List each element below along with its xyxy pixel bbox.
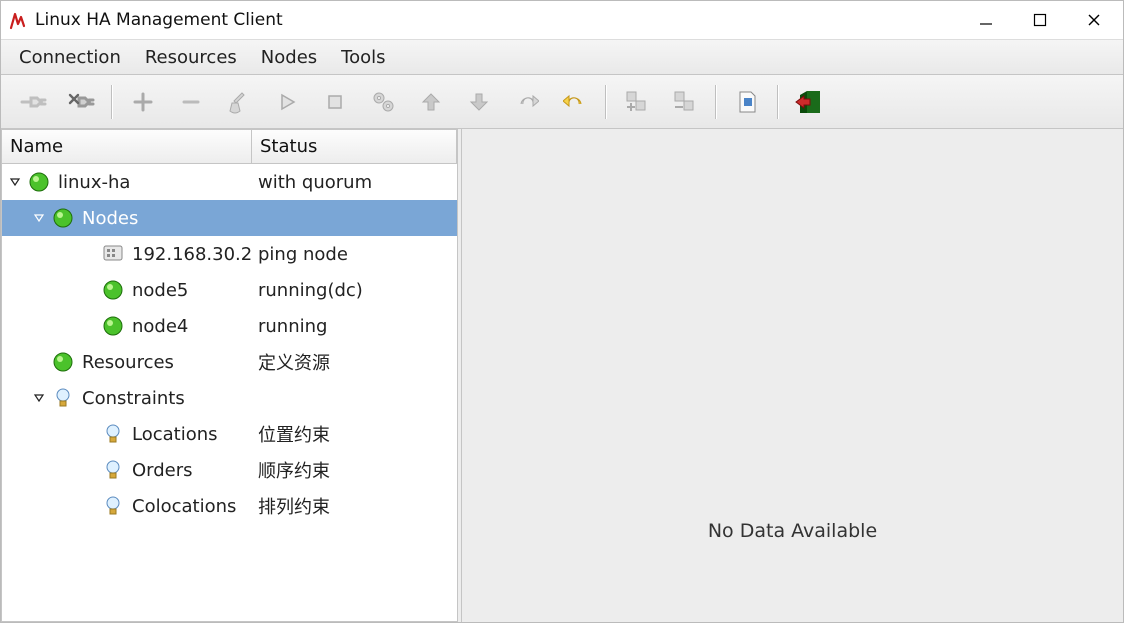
expander-placeholder [82, 463, 96, 477]
tree-label: Nodes [82, 208, 138, 229]
start-button[interactable] [267, 82, 307, 122]
down-button[interactable] [459, 82, 499, 122]
expander-placeholder [32, 355, 46, 369]
status-green-icon [100, 313, 126, 339]
expander-icon[interactable] [32, 211, 46, 225]
expander-placeholder [82, 499, 96, 513]
network-icon [100, 241, 126, 267]
toolbar [1, 75, 1123, 129]
titlebar: Linux HA Management Client [1, 1, 1123, 39]
tree-row-nodes[interactable]: Nodes [2, 200, 457, 236]
expander-icon[interactable] [32, 391, 46, 405]
lightbulb-icon [50, 385, 76, 411]
undo-button[interactable] [555, 82, 595, 122]
expander-placeholder [82, 283, 96, 297]
tree-status: 顺序约束 [258, 457, 330, 483]
tree-label: node5 [132, 280, 188, 301]
expander-placeholder [82, 427, 96, 441]
toolbar-separator [605, 85, 607, 119]
column-status[interactable]: Status [252, 130, 457, 163]
tree-row-cluster[interactable]: linux-ha with quorum [2, 164, 457, 200]
window-title: Linux HA Management Client [35, 10, 973, 30]
tree-label: Resources [82, 352, 174, 373]
tree-label: linux-ha [58, 172, 130, 193]
tree-status: with quorum [258, 172, 372, 193]
tree-status: running [258, 316, 327, 337]
tree-label: node4 [132, 316, 188, 337]
tree-row-orders[interactable]: Orders 顺序约束 [2, 452, 457, 488]
group-add-button[interactable] [617, 82, 657, 122]
menu-nodes[interactable]: Nodes [249, 41, 329, 74]
tree-status: running(dc) [258, 280, 363, 301]
tree-label: Locations [132, 424, 218, 445]
content: Name Status linux-ha with quorum [1, 129, 1123, 622]
menubar: Connection Resources Nodes Tools [1, 39, 1123, 75]
connect-button[interactable] [13, 82, 53, 122]
empty-placeholder: No Data Available [708, 520, 877, 542]
status-green-icon [50, 205, 76, 231]
tree-row-colocations[interactable]: Colocations 排列约束 [2, 488, 457, 524]
toolbar-separator [777, 85, 779, 119]
column-name[interactable]: Name [2, 130, 252, 163]
clean-button[interactable] [219, 82, 259, 122]
tree-status: 定义资源 [258, 349, 330, 375]
tree-row-ping-node[interactable]: 192.168.30.2 ping node [2, 236, 457, 272]
status-green-icon [100, 277, 126, 303]
disconnect-button[interactable] [61, 82, 101, 122]
tree-header: Name Status [2, 130, 457, 164]
remove-button[interactable] [171, 82, 211, 122]
tree-row-locations[interactable]: Locations 位置约束 [2, 416, 457, 452]
lightbulb-icon [100, 421, 126, 447]
toolbar-separator [715, 85, 717, 119]
tree-label: Constraints [82, 388, 185, 409]
lightbulb-icon [100, 457, 126, 483]
tree-status: ping node [258, 244, 348, 265]
tree-row-node4[interactable]: node4 running [2, 308, 457, 344]
toolbar-separator [111, 85, 113, 119]
document-button[interactable] [727, 82, 767, 122]
tree-row-constraints[interactable]: Constraints [2, 380, 457, 416]
up-button[interactable] [411, 82, 451, 122]
app-icon [9, 10, 29, 30]
tree-label: Orders [132, 460, 193, 481]
expander-placeholder [82, 319, 96, 333]
expander-placeholder [82, 247, 96, 261]
expander-icon[interactable] [8, 175, 22, 189]
lightbulb-icon [100, 493, 126, 519]
stop-button[interactable] [315, 82, 355, 122]
tree-panel: Name Status linux-ha with quorum [1, 129, 458, 622]
details-panel: No Data Available [461, 129, 1123, 622]
settings-button[interactable] [363, 82, 403, 122]
minimize-button[interactable] [973, 7, 999, 33]
group-remove-button[interactable] [665, 82, 705, 122]
app-window: Linux HA Management Client Connection Re… [0, 0, 1124, 623]
tree-label: 192.168.30.2 [132, 244, 252, 265]
maximize-button[interactable] [1027, 7, 1053, 33]
menu-resources[interactable]: Resources [133, 41, 249, 74]
tree-row-resources[interactable]: Resources 定义资源 [2, 344, 457, 380]
exit-button[interactable] [789, 82, 829, 122]
tree-label: Colocations [132, 496, 236, 517]
close-button[interactable] [1081, 7, 1107, 33]
tree: linux-ha with quorum Nodes [2, 164, 457, 621]
tree-row-node5[interactable]: node5 running(dc) [2, 272, 457, 308]
tree-status: 排列约束 [258, 493, 330, 519]
menu-connection[interactable]: Connection [7, 41, 133, 74]
status-green-icon [50, 349, 76, 375]
menu-tools[interactable]: Tools [329, 41, 397, 74]
add-button[interactable] [123, 82, 163, 122]
tree-status: 位置约束 [258, 421, 330, 447]
redo-button[interactable] [507, 82, 547, 122]
status-green-icon [26, 169, 52, 195]
